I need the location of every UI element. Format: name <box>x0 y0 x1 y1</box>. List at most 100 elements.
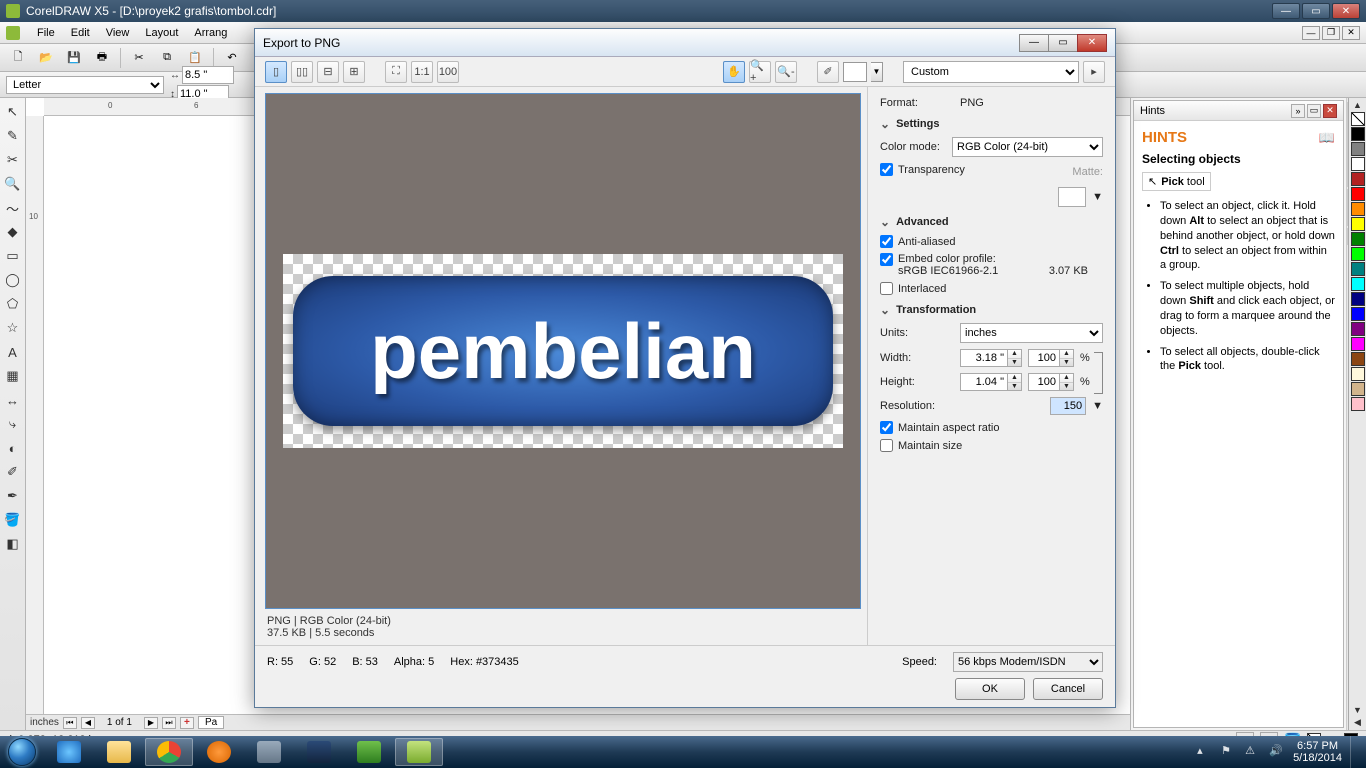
pick-tool-icon[interactable]: ↖ <box>3 102 23 122</box>
color-swatch[interactable] <box>1351 202 1365 216</box>
text-tool-icon[interactable]: A <box>3 342 23 362</box>
palette-flyout-icon[interactable]: ◀ <box>1354 717 1361 728</box>
outline-tool-icon[interactable]: ✒ <box>3 486 23 506</box>
tray-action-center-icon[interactable]: ⚑ <box>1221 744 1237 760</box>
rectangle-tool-icon[interactable]: ▭ <box>3 246 23 266</box>
color-swatch[interactable] <box>1351 247 1365 261</box>
zoom-in-icon[interactable]: 🔍+ <box>749 61 771 83</box>
zoom-out-icon[interactable]: 🔍- <box>775 61 797 83</box>
units-select[interactable]: inches <box>960 323 1103 343</box>
taskbar-explorer[interactable] <box>95 738 143 766</box>
page-tab[interactable]: Pa <box>198 716 224 729</box>
taskbar-coreldraw[interactable] <box>395 738 443 766</box>
link-dimensions-icon[interactable] <box>1094 352 1103 394</box>
transparency-checkbox[interactable]: Transparency <box>880 163 965 176</box>
embed-profile-checkbox[interactable]: Embed color profile: sRGB IEC61966-2.1 3… <box>880 253 1103 277</box>
mdi-restore[interactable]: ❐ <box>1322 26 1340 40</box>
height-pct-input[interactable] <box>1028 373 1060 391</box>
menu-layout[interactable]: Layout <box>138 24 185 42</box>
tray-volume-icon[interactable]: 🔊 <box>1269 744 1285 760</box>
color-swatch[interactable] <box>1351 337 1365 351</box>
taskbar-ie[interactable] <box>45 738 93 766</box>
paper-size-select[interactable]: Letter <box>6 76 164 94</box>
width-pct-input[interactable] <box>1028 349 1060 367</box>
width-input[interactable] <box>960 349 1008 367</box>
maximize-button[interactable]: ▭ <box>1302 3 1330 19</box>
start-button[interactable] <box>0 736 44 768</box>
section-settings[interactable]: Settings <box>880 117 1103 131</box>
no-color-swatch[interactable] <box>1351 112 1365 126</box>
interlaced-checkbox[interactable]: Interlaced <box>880 282 1103 295</box>
new-icon[interactable]: 🗋 <box>8 48 28 68</box>
color-swatch[interactable] <box>1351 277 1365 291</box>
height-input[interactable] <box>960 373 1008 391</box>
color-swatch[interactable] <box>1351 307 1365 321</box>
taskbar-clock[interactable]: 6:57 PM 5/18/2014 <box>1293 740 1342 764</box>
show-desktop-button[interactable] <box>1350 736 1360 768</box>
preset-select[interactable]: Custom <box>903 61 1079 83</box>
mdi-close[interactable]: ✕ <box>1342 26 1360 40</box>
close-button[interactable]: ✕ <box>1332 3 1360 19</box>
color-swatch[interactable] <box>1351 292 1365 306</box>
page-width-input[interactable] <box>182 66 234 84</box>
four-preview-icon[interactable]: ⊞ <box>343 61 365 83</box>
crop-tool-icon[interactable]: ✂ <box>3 150 23 170</box>
color-swatch[interactable] <box>1351 397 1365 411</box>
basicshapes-tool-icon[interactable]: ☆ <box>3 318 23 338</box>
undo-icon[interactable]: ↶ <box>222 48 242 68</box>
last-page-button[interactable]: ⏭ <box>162 717 176 729</box>
two-horiz-preview-icon[interactable]: ⊟ <box>317 61 339 83</box>
menu-file[interactable]: File <box>30 24 62 42</box>
swatch-dropdown-icon[interactable]: ▼ <box>871 62 883 82</box>
menu-arrange[interactable]: Arrang <box>187 24 234 42</box>
polygon-tool-icon[interactable]: ⬠ <box>3 294 23 314</box>
palette-down-icon[interactable]: ▼ <box>1353 705 1362 715</box>
hints-options-icon[interactable]: » <box>1291 104 1305 118</box>
speed-select[interactable]: 56 kbps Modem/ISDN <box>953 652 1103 672</box>
menu-edit[interactable]: Edit <box>64 24 97 42</box>
copy-icon[interactable]: ⧉ <box>157 48 177 68</box>
shape-tool-icon[interactable]: ✎ <box>3 126 23 146</box>
width-spinner[interactable]: ▲▼ <box>1008 349 1022 367</box>
color-swatch[interactable] <box>1351 157 1365 171</box>
aspect-ratio-checkbox[interactable]: Maintain aspect ratio <box>880 421 1103 434</box>
fill-tool-icon[interactable]: 🪣 <box>3 510 23 530</box>
cut-icon[interactable]: ✂ <box>129 48 149 68</box>
section-transformation[interactable]: Transformation <box>880 303 1103 317</box>
color-swatch[interactable] <box>1351 367 1365 381</box>
dimension-tool-icon[interactable]: ↔ <box>3 390 23 410</box>
taskbar-wmp[interactable] <box>195 738 243 766</box>
preview-image[interactable]: pembelian <box>265 93 861 609</box>
hints-collapse-button[interactable]: ▭ <box>1307 104 1321 118</box>
table-tool-icon[interactable]: ▦ <box>3 366 23 386</box>
preset-menu-icon[interactable]: ▸ <box>1083 61 1105 83</box>
book-icon[interactable]: 📖 <box>1319 130 1335 146</box>
color-mode-select[interactable]: RGB Color (24-bit) <box>952 137 1103 157</box>
taskbar-chrome[interactable] <box>145 738 193 766</box>
color-swatch[interactable] <box>1351 217 1365 231</box>
paste-icon[interactable]: 📋 <box>185 48 205 68</box>
resolution-input[interactable] <box>1050 397 1086 415</box>
taskbar-app1[interactable] <box>295 738 343 766</box>
antialiased-checkbox[interactable]: Anti-aliased <box>880 235 1103 248</box>
zoom-tool-icon[interactable]: 🔍 <box>3 174 23 194</box>
export-titlebar[interactable]: Export to PNG — ▭ ✕ <box>255 29 1115 57</box>
hints-close-button[interactable]: ✕ <box>1323 104 1337 118</box>
zoom-100-icon[interactable]: 100 <box>437 61 459 83</box>
taskbar-keyboard[interactable] <box>245 738 293 766</box>
freehand-tool-icon[interactable]: ～ <box>3 198 23 218</box>
save-icon[interactable]: 💾 <box>64 48 84 68</box>
taskbar-idm[interactable] <box>345 738 393 766</box>
first-page-button[interactable]: ⏮ <box>63 717 77 729</box>
width-pct-spinner[interactable]: ▲▼ <box>1060 349 1074 367</box>
tray-network-icon[interactable]: ⚠ <box>1245 744 1261 760</box>
color-swatch[interactable] <box>1351 352 1365 366</box>
single-preview-icon[interactable]: ▯ <box>265 61 287 83</box>
connector-tool-icon[interactable]: ⤷ <box>3 414 23 434</box>
prev-page-button[interactable]: ◀ <box>81 717 95 729</box>
dialog-minimize-button[interactable]: — <box>1019 34 1049 52</box>
height-spinner[interactable]: ▲▼ <box>1008 373 1022 391</box>
open-icon[interactable]: 📂 <box>36 48 56 68</box>
zoom-1to1-icon[interactable]: 1:1 <box>411 61 433 83</box>
color-swatch[interactable] <box>1351 142 1365 156</box>
